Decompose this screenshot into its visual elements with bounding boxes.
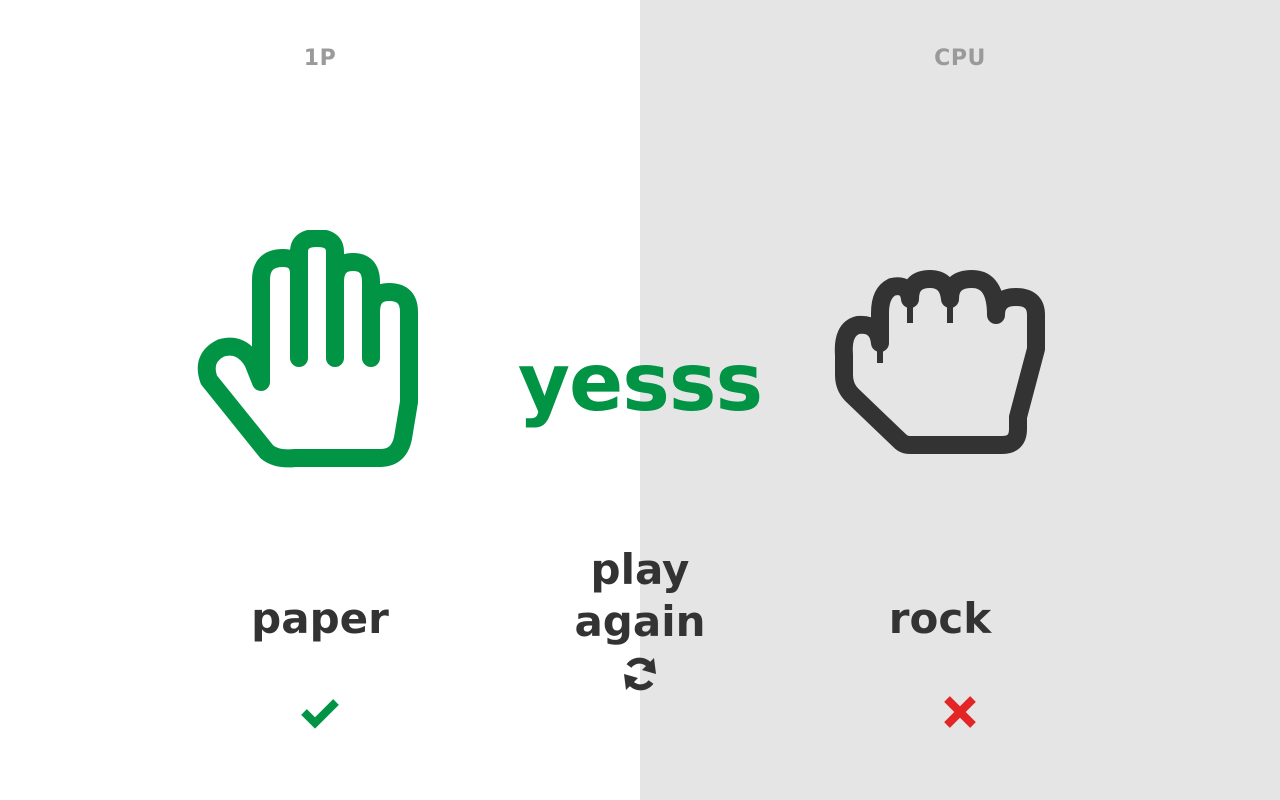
- cross-icon: [944, 696, 976, 728]
- play-again-button[interactable]: play again: [540, 544, 740, 694]
- paper-hand-icon: [197, 230, 418, 468]
- cpu-label: CPU: [934, 46, 986, 71]
- checkmark-icon: [301, 699, 339, 729]
- game-stage: 1P CPU yesss paper rock play again: [0, 0, 1280, 800]
- play-again-label-line1: play: [590, 545, 690, 594]
- refresh-icon: [624, 657, 656, 691]
- rock-fist-icon: [834, 270, 1045, 454]
- player-label: 1P: [303, 46, 337, 71]
- play-again-label-line2: again: [574, 597, 706, 646]
